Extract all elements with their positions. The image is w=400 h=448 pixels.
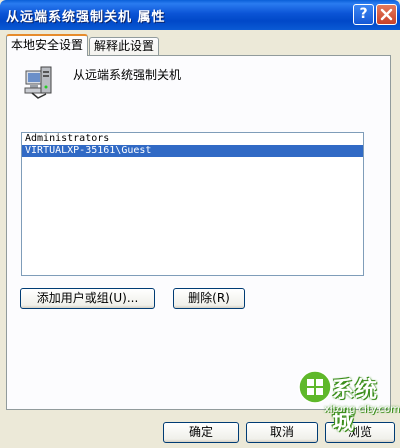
ok-button[interactable]: 确定: [163, 422, 239, 443]
help-button[interactable]: ?: [353, 4, 374, 25]
tab-explain-setting[interactable]: 解释此设置: [89, 37, 160, 56]
window-title: 从远端系统强制关机 属性: [6, 10, 166, 25]
windows-flag-icon: [298, 370, 332, 404]
properties-dialog: 从远端系统强制关机 属性 ? 本地安全设置 解释此设置 从远端系统强制关机 Ad…: [0, 0, 400, 448]
policy-name: 从远端系统强制关机: [73, 68, 182, 82]
tab-panel: 从远端系统强制关机 Administrators VIRTUALXP-35161…: [6, 55, 391, 410]
remove-button[interactable]: 删除(R): [173, 288, 245, 309]
list-item[interactable]: Administrators: [22, 133, 363, 145]
users-listbox[interactable]: Administrators VIRTUALXP-35161\Guest: [21, 132, 364, 276]
tab-local-security-setting[interactable]: 本地安全设置: [6, 34, 89, 56]
close-button[interactable]: [376, 4, 397, 25]
site-watermark: 系统城 xitong city.com: [296, 370, 400, 435]
list-item-selected[interactable]: VIRTUALXP-35161\Guest: [22, 145, 363, 157]
close-icon: [380, 8, 393, 21]
computer-policy-icon: [24, 66, 52, 99]
title-bar[interactable]: 从远端系统强制关机 属性 ?: [0, 0, 400, 30]
add-user-or-group-button[interactable]: 添加用户或组(U)...: [20, 288, 155, 309]
watermark-url: xitong city.com: [324, 404, 400, 415]
